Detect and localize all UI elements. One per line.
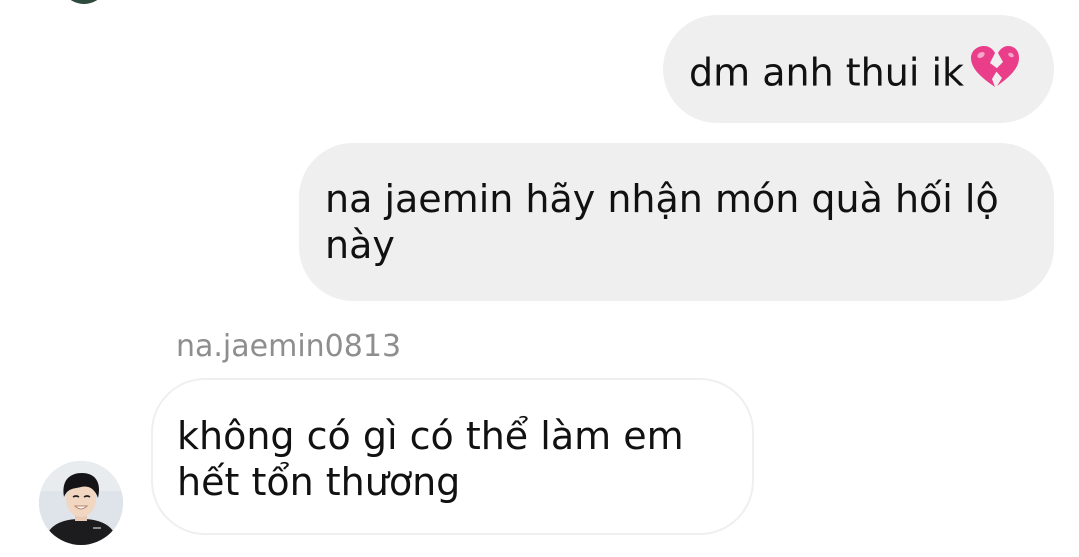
message-bubble-sent[interactable]: dm anh thui ik	[663, 15, 1054, 123]
message-text: na jaemin hãy nhận món quà hối lộ này	[325, 177, 999, 267]
avatar-photo	[39, 461, 123, 545]
message-text: không có gì có thể làm em hết tổn thương	[177, 414, 684, 504]
chat-thread: dm anh thui ik na jaemin hãy nhận món qu…	[0, 0, 1079, 557]
message-bubble-received[interactable]: không có gì có thể làm em hết tổn thương	[151, 378, 754, 535]
message-text: dm anh thui ik	[689, 50, 965, 95]
sender-username[interactable]: na.jaemin0813	[176, 327, 401, 367]
broken-heart-icon	[970, 45, 1020, 99]
message-bubble-sent[interactable]: na jaemin hãy nhận món quà hối lộ này	[299, 143, 1054, 301]
previous-avatar	[60, 0, 108, 4]
avatar[interactable]	[39, 461, 123, 545]
